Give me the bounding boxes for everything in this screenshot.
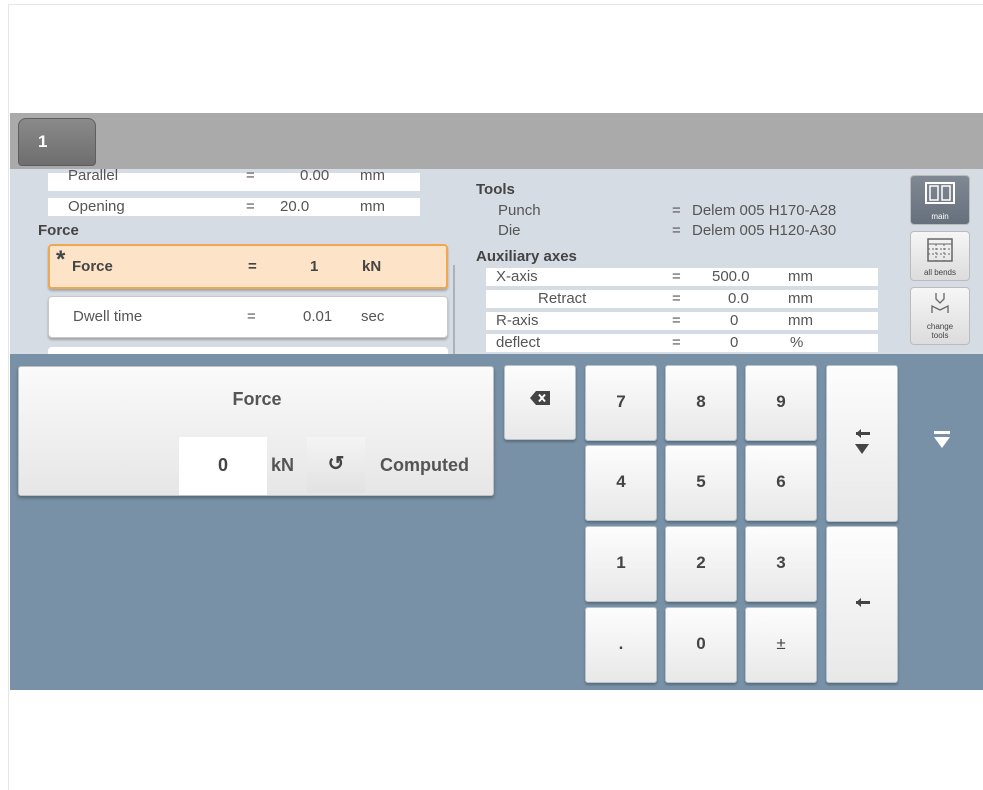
key-8[interactable]: 8 bbox=[665, 365, 737, 441]
axis-eq: = bbox=[672, 312, 681, 329]
value-input[interactable]: 0 bbox=[179, 437, 267, 495]
param-name: Force bbox=[72, 258, 113, 275]
value-unit: kN bbox=[271, 455, 295, 475]
key-0[interactable]: 0 bbox=[665, 607, 737, 683]
program-tab[interactable]: 1 bbox=[18, 118, 96, 166]
param-unit: sec bbox=[361, 308, 385, 325]
key-7[interactable]: 7 bbox=[585, 365, 657, 441]
side-button-label: main bbox=[931, 212, 949, 221]
param-value: 1 bbox=[310, 258, 319, 275]
frame-top-line bbox=[8, 4, 983, 5]
key-2[interactable]: 2 bbox=[665, 526, 737, 602]
key-decimal[interactable]: . bbox=[585, 607, 657, 683]
section-title-auxiliary-axes: Auxiliary axes bbox=[476, 248, 577, 265]
tool-die-label: Die bbox=[498, 222, 521, 239]
key-5[interactable]: 5 bbox=[665, 445, 737, 521]
value-entry-card: Force 0 kN ↺ Computed bbox=[18, 366, 494, 496]
column-divider bbox=[453, 265, 455, 354]
main-icon bbox=[925, 182, 955, 204]
input-title: Force bbox=[232, 389, 282, 409]
scroll-down-icon[interactable] bbox=[932, 430, 952, 450]
tool-die-eq: = bbox=[672, 222, 681, 239]
side-button-label: all bends bbox=[923, 268, 957, 277]
axis-name: X-axis bbox=[496, 268, 538, 285]
param-card-force[interactable]: * Force = 1 kN bbox=[48, 244, 448, 289]
key-1[interactable]: 1 bbox=[585, 526, 657, 602]
axis-value: 0 bbox=[730, 312, 739, 329]
param-row-opening[interactable]: Opening = 20.0 mm bbox=[48, 198, 420, 216]
top-bar bbox=[10, 113, 983, 169]
axis-eq: = bbox=[672, 268, 681, 285]
param-eq: = bbox=[246, 198, 255, 215]
param-value: 20.0 bbox=[280, 198, 310, 215]
axis-unit: mm bbox=[788, 312, 813, 329]
enter-key[interactable] bbox=[826, 526, 898, 683]
param-name: Dwell time bbox=[73, 308, 143, 325]
enter-icon bbox=[856, 598, 870, 607]
key-4[interactable]: 4 bbox=[585, 445, 657, 521]
tool-punch-eq: = bbox=[672, 202, 681, 219]
tool-die-value[interactable]: Delem 005 H120-A30 bbox=[692, 222, 860, 239]
param-card-dwell-time[interactable]: Dwell time = 0.01 sec bbox=[48, 296, 448, 338]
param-value: 0.00 bbox=[300, 169, 330, 184]
section-title-force: Force bbox=[38, 222, 79, 239]
param-eq: = bbox=[248, 258, 257, 275]
axis-value: 0.0 bbox=[728, 290, 749, 307]
enter-next-key[interactable] bbox=[826, 365, 898, 522]
param-name: Opening bbox=[68, 198, 125, 215]
main-view-button[interactable]: main bbox=[910, 175, 970, 225]
axis-unit: mm bbox=[788, 268, 813, 285]
axis-eq: = bbox=[672, 290, 681, 307]
param-card-next-partial[interactable] bbox=[48, 347, 448, 354]
restore-computed-button[interactable]: ↺ bbox=[307, 437, 365, 493]
enter-next-icon bbox=[855, 429, 870, 454]
change-tools-button[interactable]: change tools bbox=[910, 287, 970, 345]
axis-unit: % bbox=[790, 334, 804, 351]
tool-punch-label: Punch bbox=[498, 202, 541, 219]
axis-row-retract[interactable]: Retract = 0.0 mm bbox=[486, 290, 878, 308]
axis-value: 500.0 bbox=[712, 268, 750, 285]
key-9[interactable]: 9 bbox=[745, 365, 817, 441]
param-row-parallel[interactable]: Parallel = 0.00 mm bbox=[48, 169, 420, 191]
param-unit: mm bbox=[360, 198, 385, 215]
axis-row-x[interactable]: X-axis = 500.0 mm bbox=[486, 268, 878, 286]
key-6[interactable]: 6 bbox=[745, 445, 817, 521]
side-button-label: change tools bbox=[926, 322, 954, 340]
param-eq: = bbox=[246, 169, 255, 184]
program-parameters-panel: Parallel = 0.00 mm Opening = 20.0 mm For… bbox=[10, 169, 983, 354]
section-title-tools: Tools bbox=[476, 181, 515, 198]
param-value: 0.01 bbox=[303, 308, 333, 325]
axis-unit: mm bbox=[788, 290, 813, 307]
axis-name: deflect bbox=[496, 334, 541, 351]
computed-label: Computed bbox=[380, 455, 469, 475]
axis-eq: = bbox=[672, 334, 681, 351]
backspace-icon bbox=[530, 391, 550, 405]
param-name: Parallel bbox=[68, 169, 119, 184]
axis-name: Retract bbox=[538, 290, 587, 307]
axis-value: 0 bbox=[730, 334, 739, 351]
param-unit: mm bbox=[360, 169, 385, 184]
backspace-key[interactable] bbox=[504, 365, 576, 440]
tool-punch-value[interactable]: Delem 005 H170-A28 bbox=[692, 202, 860, 219]
key-3[interactable]: 3 bbox=[745, 526, 817, 602]
table-icon bbox=[927, 238, 953, 262]
axis-row-r[interactable]: R-axis = 0 mm bbox=[486, 312, 878, 330]
axis-name: R-axis bbox=[496, 312, 539, 329]
key-plus-minus[interactable]: ± bbox=[745, 607, 817, 683]
param-unit: kN bbox=[362, 258, 382, 275]
frame-left-line bbox=[8, 4, 9, 790]
required-marker: * bbox=[56, 246, 66, 273]
axis-row-deflect[interactable]: deflect = 0 % bbox=[486, 334, 878, 352]
tools-icon bbox=[931, 293, 949, 313]
param-eq: = bbox=[247, 308, 256, 325]
all-bends-button[interactable]: all bends bbox=[910, 231, 970, 281]
undo-icon: ↺ bbox=[327, 453, 345, 475]
